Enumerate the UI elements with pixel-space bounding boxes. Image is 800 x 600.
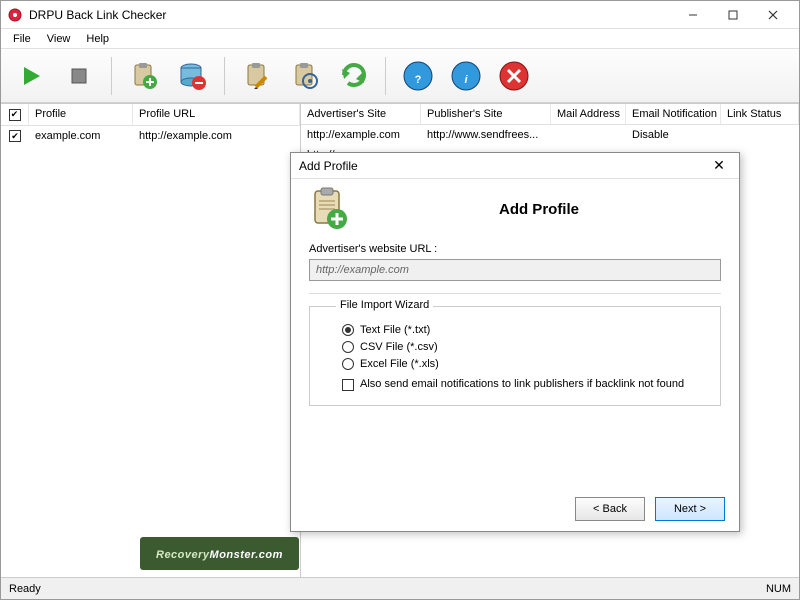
col-profile-url[interactable]: Profile URL bbox=[133, 104, 300, 125]
dialog-header: Add Profile bbox=[291, 179, 739, 243]
close-button[interactable] bbox=[753, 1, 793, 29]
menu-help[interactable]: Help bbox=[78, 31, 117, 47]
col-advertiser[interactable]: Advertiser's Site bbox=[301, 104, 421, 124]
toolbar-separator bbox=[224, 57, 225, 95]
radio-excel-file[interactable]: Excel File (*.xls) bbox=[342, 358, 702, 370]
add-profile-dialog: Add Profile ✕ Add Profile Advertiser's w… bbox=[290, 152, 740, 532]
checkbox-label: Also send email notifications to link pu… bbox=[360, 378, 684, 390]
col-checkbox[interactable]: ✔ bbox=[1, 104, 29, 125]
play-button[interactable] bbox=[9, 54, 53, 98]
cancel-icon-button[interactable] bbox=[492, 54, 536, 98]
status-ready: Ready bbox=[9, 583, 41, 595]
info-button[interactable]: i bbox=[444, 54, 488, 98]
radio-label: Excel File (*.xls) bbox=[360, 358, 439, 370]
radio-icon bbox=[342, 358, 354, 370]
cell-url: http://example.com bbox=[133, 128, 300, 145]
left-grid-header: ✔ Profile Profile URL bbox=[1, 104, 300, 126]
radio-text-file[interactable]: Text File (*.txt) bbox=[342, 324, 702, 336]
back-button[interactable]: < Back bbox=[575, 497, 645, 521]
table-row[interactable]: ✔ example.com http://example.com bbox=[1, 126, 300, 147]
status-num: NUM bbox=[766, 583, 791, 595]
help-button[interactable]: ? bbox=[396, 54, 440, 98]
svg-text:?: ? bbox=[415, 74, 422, 86]
menu-file[interactable]: File bbox=[5, 31, 39, 47]
toolbar-separator bbox=[111, 57, 112, 95]
toolbar: ? i bbox=[1, 49, 799, 103]
next-button[interactable]: Next > bbox=[655, 497, 725, 521]
radio-icon bbox=[342, 324, 354, 336]
dialog-footer: < Back Next > bbox=[291, 486, 739, 531]
notify-checkbox-row[interactable]: Also send email notifications to link pu… bbox=[342, 378, 702, 391]
stop-button[interactable] bbox=[57, 54, 101, 98]
titlebar: DRPU Back Link Checker bbox=[1, 1, 799, 29]
col-publisher[interactable]: Publisher's Site bbox=[421, 104, 551, 124]
file-import-fieldset: File Import Wizard Text File (*.txt) CSV… bbox=[309, 306, 721, 406]
dialog-body: Advertiser's website URL : File Import W… bbox=[291, 243, 739, 486]
menu-view[interactable]: View bbox=[39, 31, 79, 47]
col-mail[interactable]: Mail Address bbox=[551, 104, 626, 124]
window-title: DRPU Back Link Checker bbox=[29, 8, 673, 22]
dialog-title: Add Profile bbox=[299, 159, 707, 173]
app-icon bbox=[7, 7, 23, 23]
toolbar-separator bbox=[385, 57, 386, 95]
radio-label: CSV File (*.csv) bbox=[360, 341, 438, 353]
minimize-button[interactable] bbox=[673, 1, 713, 29]
checkbox-icon bbox=[342, 379, 354, 391]
statusbar: Ready NUM bbox=[1, 577, 799, 599]
cell-profile: example.com bbox=[29, 128, 133, 145]
clipboard-add-icon bbox=[305, 185, 353, 233]
row-checkbox[interactable]: ✔ bbox=[9, 130, 21, 142]
col-notification[interactable]: Email Notification bbox=[626, 104, 721, 124]
radio-label: Text File (*.txt) bbox=[360, 324, 430, 336]
radio-icon bbox=[342, 341, 354, 353]
clipboard-settings-button[interactable] bbox=[283, 54, 327, 98]
maximize-button[interactable] bbox=[713, 1, 753, 29]
dialog-titlebar: Add Profile ✕ bbox=[291, 153, 739, 179]
table-row[interactable]: http://example.com http://www.sendfrees.… bbox=[301, 125, 799, 145]
header-checkbox-icon: ✔ bbox=[9, 109, 21, 121]
clipboard-add-button[interactable] bbox=[122, 54, 166, 98]
clipboard-edit-button[interactable] bbox=[235, 54, 279, 98]
refresh-button[interactable] bbox=[331, 54, 375, 98]
right-grid-header: Advertiser's Site Publisher's Site Mail … bbox=[301, 104, 799, 125]
fieldset-legend: File Import Wizard bbox=[336, 299, 433, 311]
radio-csv-file[interactable]: CSV File (*.csv) bbox=[342, 341, 702, 353]
dialog-heading: Add Profile bbox=[353, 201, 725, 218]
col-profile[interactable]: Profile bbox=[29, 104, 133, 125]
advertiser-url-input[interactable] bbox=[309, 259, 721, 281]
menubar: File View Help bbox=[1, 29, 799, 49]
left-pane: ✔ Profile Profile URL ✔ example.com http… bbox=[1, 104, 301, 577]
database-delete-button[interactable] bbox=[170, 54, 214, 98]
url-label: Advertiser's website URL : bbox=[309, 243, 721, 255]
col-linkstatus[interactable]: Link Status bbox=[721, 104, 799, 124]
dialog-close-button[interactable]: ✕ bbox=[707, 157, 731, 174]
divider bbox=[309, 293, 721, 294]
